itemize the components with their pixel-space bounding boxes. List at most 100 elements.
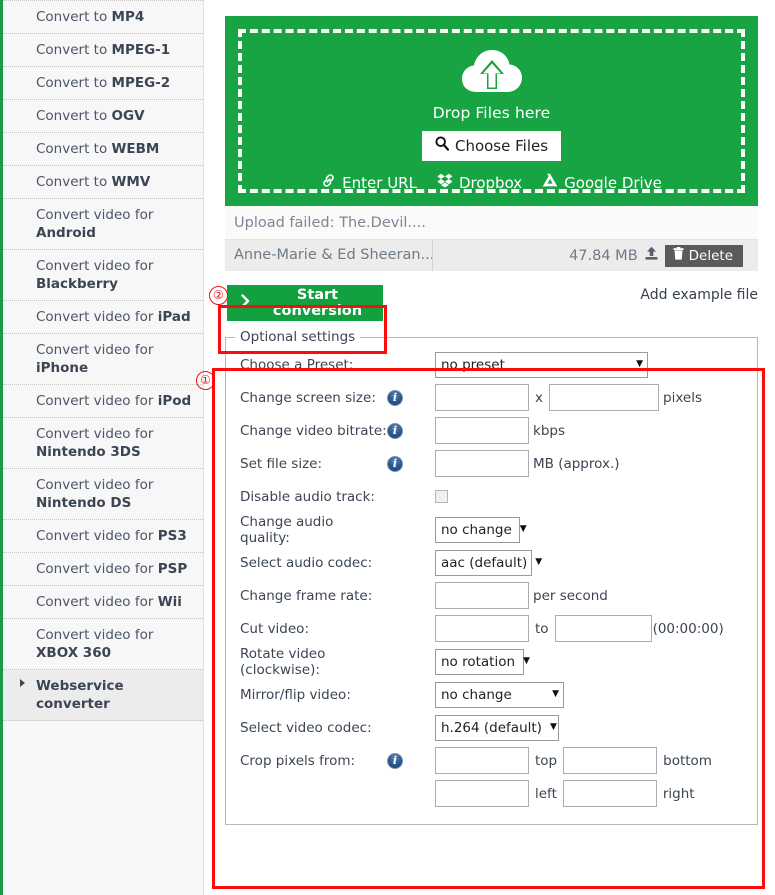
screen-width-input[interactable] (435, 384, 529, 411)
chevron-down-icon: ▼ (519, 524, 527, 534)
sidebar-item-webservice-converter[interactable]: Webservice converter (3, 670, 203, 721)
disable-audio-checkbox[interactable] (435, 490, 448, 503)
sidebar: Convert to MP4 Convert to MPEG-1 Convert… (0, 0, 204, 895)
sidebar-item-convert-mp4[interactable]: Convert to MP4 (3, 0, 203, 34)
video-bitrate-label: Change video bitrate: (240, 422, 387, 439)
screen-size-unit: pixels (663, 389, 702, 406)
sidebar-item-target: MP4 (111, 9, 145, 25)
start-conversion-button[interactable]: Start conversion (225, 283, 385, 323)
crop-info-slot: i (387, 752, 435, 769)
sidebar-item-video-blackberry[interactable]: Convert video for Blackberry (3, 250, 203, 301)
sidebar-item-video-android[interactable]: Convert video for Android (3, 199, 203, 250)
delete-button[interactable]: Delete (664, 244, 743, 267)
upload-status-message: Upload failed: The.Devil.... (225, 206, 758, 240)
sidebar-item-video-xbox-360[interactable]: Convert video for XBOX 360 (3, 619, 203, 670)
video-codec-value: h.264 (default) (441, 719, 542, 736)
sidebar-item-convert-wmv[interactable]: Convert to WMV (3, 166, 203, 199)
cut-video-separator: to (535, 620, 549, 637)
sidebar-item-prefix: Convert video for (36, 594, 158, 610)
sidebar-item-prefix: Convert to (36, 75, 112, 91)
dropbox-link[interactable]: Dropbox (437, 173, 522, 192)
frame-rate-input[interactable] (435, 582, 529, 609)
mirror-select[interactable]: no change ▼ (435, 681, 564, 708)
enter-url-label: Enter URL (342, 173, 417, 192)
file-size-info-slot: i (387, 455, 435, 472)
sidebar-item-video-iphone[interactable]: Convert video for iPhone (3, 334, 203, 385)
sidebar-item-video-wii[interactable]: Convert video for Wii (3, 586, 203, 619)
setting-row-screen-size: Change screen size: i x pixels (226, 381, 757, 414)
info-icon[interactable]: i (387, 455, 403, 472)
main-content: Drop Files here Choose Files Enter URL D… (225, 0, 760, 825)
sidebar-item-video-psp[interactable]: Convert video for PSP (3, 553, 203, 586)
screen-height-input[interactable] (549, 384, 659, 411)
mirror-label: Mirror/flip video: (240, 686, 351, 703)
file-dropzone[interactable]: Drop Files here Choose Files Enter URL D… (225, 16, 758, 206)
chevron-down-icon: ▼ (523, 656, 530, 666)
audio-codec-value: aac (default) (441, 554, 528, 571)
rotate-select[interactable]: no rotation ▼ (435, 648, 530, 675)
sidebar-item-prefix: Convert video for (36, 393, 158, 409)
sidebar-item-prefix: Convert video for (36, 258, 154, 274)
sidebar-item-label: Webservice converter (36, 678, 124, 712)
choose-files-button[interactable]: Choose Files (421, 131, 562, 161)
file-row: Anne-Marie & Ed Sheeran... 47.84 MB Dele… (225, 240, 758, 271)
cloud-upload-icon (461, 49, 523, 99)
audio-quality-select[interactable]: no change ▼ (435, 516, 527, 543)
screen-size-label: Change screen size: (240, 389, 376, 406)
sidebar-item-video-ipad[interactable]: Convert video for iPad (3, 301, 203, 334)
info-icon[interactable]: i (387, 422, 403, 439)
sidebar-item-target: Wii (157, 594, 182, 610)
sidebar-item-convert-mpeg1[interactable]: Convert to MPEG-1 (3, 34, 203, 67)
setting-row-crop-top-bottom: Crop pixels from: i top bottom (226, 744, 757, 777)
cut-video-from-input[interactable] (435, 615, 529, 642)
sidebar-item-target: PSP (157, 561, 188, 577)
crop-right-input[interactable] (562, 780, 657, 807)
cut-video-to-input[interactable] (554, 615, 652, 642)
sidebar-item-convert-mpeg2[interactable]: Convert to MPEG-2 (3, 67, 203, 100)
setting-row-crop-left-right: left right (226, 777, 757, 810)
add-example-file-link[interactable]: Add example file (640, 287, 758, 303)
sidebar-item-video-nintendo-3ds[interactable]: Convert video for Nintendo 3DS (3, 418, 203, 469)
preset-select[interactable]: no preset ▼ (435, 351, 648, 378)
file-size-unit: MB (approx.) (533, 455, 620, 472)
setting-row-cut-video: Cut video: to (00:00:00) (226, 612, 757, 645)
sidebar-item-video-ps3[interactable]: Convert video for PS3 (3, 520, 203, 553)
sidebar-item-prefix: Convert to (36, 9, 112, 25)
caret-right-icon (20, 679, 25, 687)
sidebar-item-target: XBOX 360 (36, 645, 111, 661)
upload-source-links: Enter URL Dropbox Google Drive (321, 173, 662, 192)
sidebar-item-target: PS3 (157, 528, 187, 544)
optional-settings-legend: Optional settings (240, 329, 356, 345)
crop-bottom-unit: bottom (663, 752, 712, 769)
file-size-cell: 47.84 MB Delete (433, 244, 758, 267)
sidebar-item-video-nintendo-ds[interactable]: Convert video for Nintendo DS (3, 469, 203, 520)
sidebar-item-target: Android (36, 225, 96, 241)
enter-url-link[interactable]: Enter URL (321, 173, 417, 192)
choose-files-label: Choose Files (454, 136, 549, 155)
sidebar-item-prefix: Convert video for (36, 627, 154, 643)
info-icon[interactable]: i (387, 752, 403, 769)
file-size-input[interactable] (435, 450, 529, 477)
crop-left-unit: left (535, 785, 557, 802)
sidebar-item-target: iPod (157, 393, 192, 409)
chevron-right-icon (241, 294, 250, 312)
sidebar-item-prefix: Convert to (36, 42, 112, 58)
crop-bottom-input[interactable] (563, 747, 658, 774)
sidebar-item-video-ipod[interactable]: Convert video for iPod (3, 385, 203, 418)
video-codec-select[interactable]: h.264 (default) ▼ (435, 714, 559, 741)
google-drive-link[interactable]: Google Drive (542, 173, 662, 192)
sidebar-item-target: WEBM (111, 141, 160, 157)
chevron-down-icon: ▼ (552, 689, 559, 699)
file-size-label: Set file size: (240, 455, 323, 472)
crop-top-input[interactable] (435, 747, 529, 774)
sidebar-item-prefix: Convert video for (36, 342, 154, 358)
rotate-label: Rotate video (clockwise): (240, 645, 326, 678)
video-bitrate-info-slot: i (387, 422, 435, 439)
video-bitrate-input[interactable] (435, 417, 529, 444)
sidebar-item-convert-webm[interactable]: Convert to WEBM (3, 133, 203, 166)
crop-left-input[interactable] (435, 780, 529, 807)
sidebar-item-convert-ogv[interactable]: Convert to OGV (3, 100, 203, 133)
audio-codec-select[interactable]: aac (default) ▼ (435, 549, 542, 576)
sidebar-item-prefix: Convert video for (36, 309, 158, 325)
info-icon[interactable]: i (387, 389, 403, 406)
